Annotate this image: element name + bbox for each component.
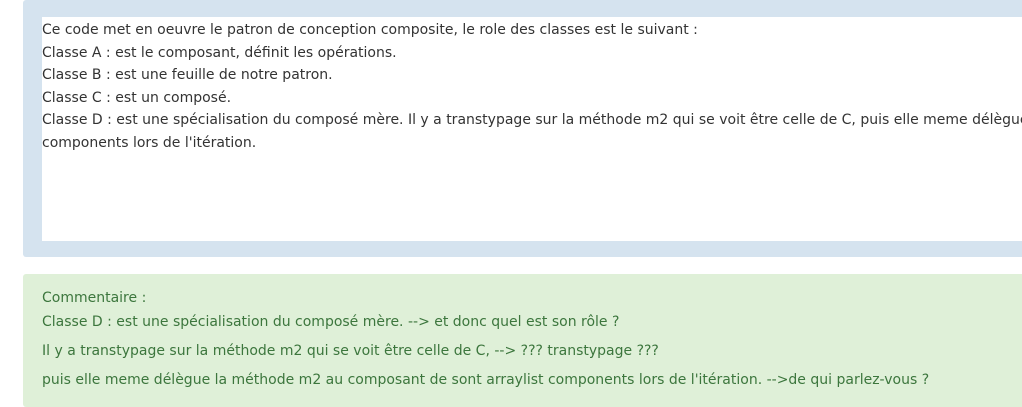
feedback-line: Il y a transtypage sur la méthode m2 qui…	[42, 343, 659, 359]
feedback-line: puis elle meme délègue la méthode m2 au …	[42, 372, 930, 388]
answer-line: Classe C : est un composé.	[42, 89, 232, 106]
answer-line: components lors de l'itération.	[42, 134, 257, 151]
answer-line: Classe A : est le composant, définit les…	[42, 44, 397, 61]
answer-line: Classe B : est une feuille de notre patr…	[42, 67, 333, 83]
answer-line: Classe D : est une spécialisation du com…	[42, 112, 1022, 128]
feedback-line: Classe D : est une spécialisation du com…	[42, 314, 620, 330]
feedback-panel: Commentaire : Classe D : est une spécial…	[23, 274, 1022, 407]
answer-text-box: Ce code met en oeuvre le patron de conce…	[42, 17, 1022, 241]
feedback-title: Commentaire :	[42, 290, 147, 306]
answer-line: Ce code met en oeuvre le patron de conce…	[42, 22, 698, 38]
answer-panel: Ce code met en oeuvre le patron de conce…	[23, 0, 1022, 257]
